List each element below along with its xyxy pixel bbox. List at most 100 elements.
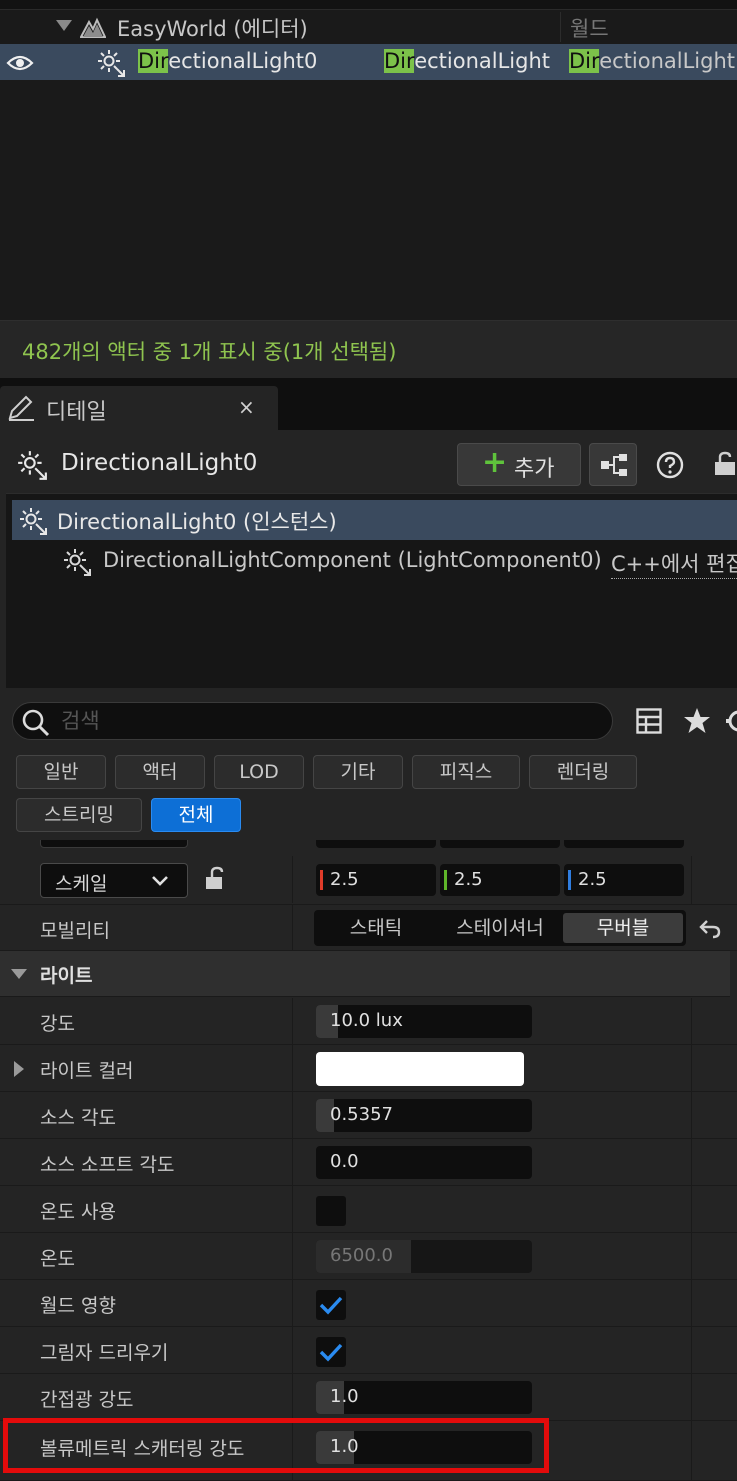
- row-divider: [292, 905, 293, 952]
- unlock-icon[interactable]: [204, 866, 228, 892]
- row-divider: [292, 998, 293, 1045]
- row-divider: [691, 1139, 692, 1186]
- blueprint-button[interactable]: [589, 443, 637, 486]
- source-angle-label: 소스 각도: [40, 1107, 116, 1129]
- world-outliner: EasyWorld (에디터) 월드 DirectionalLight0 Dir…: [0, 0, 737, 320]
- gear-icon[interactable]: [726, 707, 737, 735]
- star-icon[interactable]: [683, 707, 711, 734]
- filter-physics[interactable]: 피직스: [412, 755, 520, 789]
- table-view-icon[interactable]: [636, 708, 662, 734]
- axis-z-marker: [568, 870, 571, 890]
- directional-light-icon: [20, 508, 47, 535]
- scale-x-field[interactable]: 2.5: [316, 864, 436, 896]
- prev-row-x: [316, 840, 436, 848]
- filter-streaming[interactable]: 스트리밍: [16, 798, 142, 832]
- world-type: 월드: [570, 17, 609, 41]
- property-row-temperature: 온도 6500.0: [0, 1233, 737, 1280]
- intensity-value: 10.0 lux: [330, 1010, 403, 1031]
- light-name-rest: ectionalLight0: [168, 49, 318, 73]
- scale-y-field[interactable]: 2.5: [440, 864, 560, 896]
- details-search-box[interactable]: [12, 702, 613, 740]
- filter-rendering[interactable]: 렌더링: [529, 755, 637, 789]
- mobility-movable[interactable]: 무버블: [563, 913, 683, 943]
- cast-shadows-checkbox[interactable]: [316, 1337, 346, 1367]
- directional-light-icon: [64, 549, 91, 576]
- source-angle-value: 0.5357: [330, 1104, 393, 1125]
- help-icon[interactable]: [655, 450, 685, 480]
- scale-x-value: 2.5: [330, 869, 359, 890]
- outliner-row-directional-light[interactable]: DirectionalLight0 DirectionalLight Direc…: [0, 44, 737, 80]
- tab-details[interactable]: 디테일 ×: [0, 386, 278, 432]
- row-divider: [292, 1327, 293, 1374]
- intensity-field[interactable]: 10.0 lux: [316, 1005, 532, 1038]
- filter-misc[interactable]: 기타: [313, 755, 403, 789]
- search-input[interactable]: [61, 707, 601, 735]
- row-divider: [691, 1327, 692, 1374]
- search-icon: [22, 709, 50, 737]
- tree-component-label[interactable]: DirectionalLightComponent (LightComponen…: [103, 548, 602, 572]
- mobility-static[interactable]: 스태틱: [314, 910, 438, 946]
- filter-lod[interactable]: LOD: [214, 755, 304, 789]
- tab-details-label: 디테일: [46, 400, 107, 425]
- indirect-intensity-label: 간접광 강도: [40, 1389, 134, 1411]
- row-divider: [691, 1280, 692, 1327]
- search-match: Dir: [384, 49, 415, 73]
- prev-row-dropdown: [40, 840, 188, 848]
- row-divider: [691, 998, 692, 1045]
- visibility-eye-icon[interactable]: [6, 53, 34, 73]
- mobility-stationary[interactable]: 스테이셔너: [438, 910, 562, 946]
- directional-light-icon: [98, 50, 125, 77]
- tree-item-instance[interactable]: DirectionalLight0 (인스턴스): [12, 500, 737, 540]
- edit-in-cpp-link[interactable]: C++에서 편집: [611, 548, 737, 579]
- filter-general[interactable]: 일반: [16, 755, 106, 789]
- close-icon[interactable]: ×: [238, 395, 255, 419]
- reset-to-default-icon[interactable]: [698, 919, 722, 939]
- prev-row-clip: [0, 840, 737, 856]
- filter-actor[interactable]: 액터: [115, 755, 205, 789]
- actor-name[interactable]: DirectionalLight0: [61, 450, 257, 476]
- search-match: Dir: [138, 49, 169, 73]
- directional-light-icon: [18, 451, 47, 480]
- collapse-triangle-icon[interactable]: [11, 969, 27, 979]
- checkmark-icon: [319, 1343, 343, 1362]
- world-icon: [80, 17, 106, 38]
- intensity-label: 강도: [40, 1013, 75, 1035]
- indirect-intensity-field[interactable]: 1.0: [316, 1381, 532, 1414]
- outliner-status-bar: 482개의 액터 중 1개 표시 중(1개 선택됨): [0, 320, 737, 378]
- use-temperature-checkbox[interactable]: [316, 1196, 346, 1226]
- indirect-intensity-value: 1.0: [330, 1386, 359, 1407]
- scale-dropdown[interactable]: 스케일: [40, 863, 188, 898]
- plus-icon: +: [482, 445, 508, 480]
- scale-z-value: 2.5: [578, 869, 607, 890]
- light-type-rest: ectionalLight: [414, 49, 550, 73]
- tree-instance-label: DirectionalLight0 (인스턴스): [57, 510, 337, 534]
- filter-all[interactable]: 전체: [151, 798, 241, 832]
- source-soft-angle-field[interactable]: 0.0: [316, 1146, 532, 1179]
- row-divider: [691, 1421, 692, 1481]
- outliner-row-world[interactable]: EasyWorld (에디터) 월드: [0, 8, 737, 44]
- scale-z-field[interactable]: 2.5: [564, 864, 684, 896]
- expand-triangle-icon[interactable]: [56, 20, 72, 31]
- search-match: Dir: [569, 49, 600, 73]
- row-divider: [292, 1045, 293, 1092]
- axis-x-marker: [320, 870, 323, 890]
- category-light[interactable]: 라이트: [0, 951, 730, 997]
- row-divider: [691, 1045, 692, 1092]
- row-divider: [691, 1374, 692, 1421]
- use-temperature-label: 온도 사용: [40, 1201, 116, 1223]
- expand-triangle-icon[interactable]: [13, 1060, 25, 1078]
- property-row-cast-shadows: 그림자 드리우기: [0, 1327, 737, 1374]
- lock-icon[interactable]: [713, 451, 737, 477]
- property-row-use-temperature: 온도 사용: [0, 1186, 737, 1233]
- row-divider: [691, 856, 692, 905]
- light-color-swatch[interactable]: [316, 1052, 524, 1086]
- row-divider: [292, 1139, 293, 1186]
- affects-world-checkbox[interactable]: [316, 1290, 346, 1320]
- scale-label: 스케일: [55, 873, 108, 895]
- add-label: 추가: [514, 457, 555, 482]
- row-divider: [691, 1092, 692, 1139]
- hierarchy-icon: [601, 454, 627, 476]
- add-component-button[interactable]: + 추가: [457, 443, 581, 486]
- source-angle-field[interactable]: 0.5357: [316, 1099, 532, 1132]
- property-row-light-color: 라이트 컬러: [0, 1045, 737, 1092]
